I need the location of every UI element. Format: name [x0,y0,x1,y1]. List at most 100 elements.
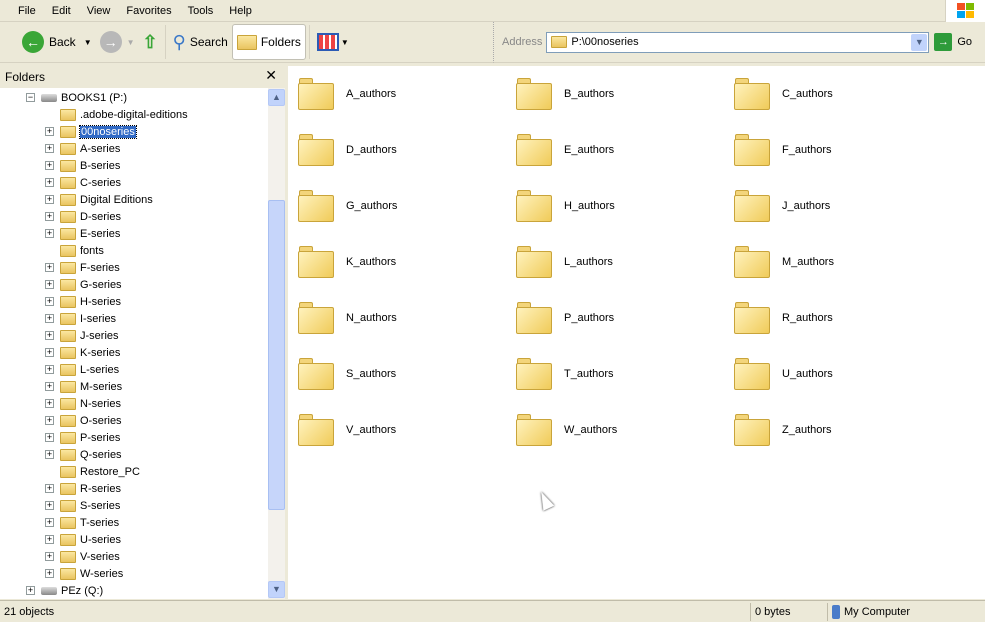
expand-icon[interactable]: + [45,552,54,561]
tree-item[interactable]: + C-series [45,174,121,191]
tree-item[interactable]: + P-series [45,429,120,446]
tree-item[interactable]: + H-series [45,293,121,310]
up-folder-button[interactable]: ⇧ [139,24,162,60]
folder-item[interactable]: M_authors [734,246,834,278]
forward-dropdown-icon[interactable]: ▼ [127,38,135,47]
address-input[interactable]: P:\00noseries ▼ [546,31,930,53]
expand-icon[interactable]: + [45,297,54,306]
folder-item[interactable]: V_authors [298,414,396,446]
tree-item[interactable]: + W-series [45,565,123,582]
expand-icon[interactable]: + [45,501,54,510]
scroll-up-icon[interactable]: ▲ [268,89,285,106]
menu-tools[interactable]: Tools [188,5,214,17]
tree-item[interactable]: + U-series [45,531,121,548]
tree-item[interactable]: + T-series [45,514,119,531]
expand-icon[interactable]: + [45,569,54,578]
expand-icon[interactable]: + [45,161,54,170]
folder-item[interactable]: C_authors [734,78,833,110]
tree-item[interactable]: + Q-series [45,446,122,463]
search-button[interactable]: ⚲ Search [169,24,232,60]
expand-icon[interactable]: + [26,586,35,595]
go-button[interactable]: → Go [934,33,972,51]
folder-item[interactable]: S_authors [298,358,396,390]
folder-item[interactable]: J_authors [734,190,830,222]
expand-icon[interactable]: + [45,484,54,493]
tree-item[interactable]: + J-series [45,327,119,344]
folder-item[interactable]: U_authors [734,358,833,390]
folder-item[interactable]: R_authors [734,302,833,334]
expand-icon[interactable]: + [45,195,54,204]
expand-icon[interactable]: + [45,433,54,442]
folder-item[interactable]: K_authors [298,246,396,278]
tree-item[interactable]: + L-series [45,361,119,378]
tree-item[interactable]: + M-series [45,378,122,395]
forward-button[interactable]: → ▼ [96,24,139,60]
folder-item[interactable]: P_authors [516,302,614,334]
close-pane-icon[interactable]: ✕ [265,67,277,84]
tree-item[interactable]: + K-series [45,344,120,361]
tree-item[interactable]: + E-series [45,225,120,242]
folder-item[interactable]: H_authors [516,190,615,222]
tree-item[interactable]: + F-series [45,259,120,276]
tree-item[interactable]: + V-series [45,548,120,565]
expand-icon[interactable]: + [45,178,54,187]
expand-icon[interactable]: + [45,382,54,391]
tree-item[interactable]: fonts [45,242,104,259]
tree-item[interactable]: + Digital Editions [45,191,153,208]
tree-item[interactable]: + I-series [45,310,116,327]
expand-icon[interactable]: + [45,348,54,357]
folder-item[interactable]: N_authors [298,302,397,334]
folder-item[interactable]: A_authors [298,78,396,110]
folder-item[interactable]: B_authors [516,78,614,110]
tree-item[interactable]: + S-series [45,497,120,514]
back-dropdown-icon[interactable]: ▼ [84,38,92,47]
expand-icon[interactable]: + [45,212,54,221]
collapse-icon[interactable]: − [26,93,35,102]
back-button[interactable]: ← Back ▼ [18,24,96,60]
expand-icon[interactable]: + [45,535,54,544]
views-button[interactable]: ▼ [313,24,353,60]
folder-item[interactable]: G_authors [298,190,397,222]
menu-file[interactable]: File [18,5,36,17]
folder-item[interactable]: E_authors [516,134,614,166]
tree-item[interactable]: + N-series [45,395,121,412]
tree-item-drive[interactable]: − BOOKS1 (P:) [26,89,127,106]
expand-icon[interactable]: + [45,365,54,374]
address-dropdown-icon[interactable]: ▼ [911,33,928,51]
expand-icon[interactable]: + [45,229,54,238]
expand-icon[interactable]: + [45,399,54,408]
tree-item[interactable]: + A-series [45,140,120,157]
tree-item[interactable]: .adobe-digital-editions [45,106,188,123]
menu-edit[interactable]: Edit [52,5,71,17]
tree-item[interactable]: + B-series [45,157,120,174]
menu-favorites[interactable]: Favorites [126,5,171,17]
folders-button[interactable]: Folders [231,24,306,60]
expand-icon[interactable]: + [45,450,54,459]
folder-item[interactable]: T_authors [516,358,614,390]
tree-item[interactable]: + O-series [45,412,122,429]
folder-item[interactable]: L_authors [516,246,613,278]
folder-item[interactable]: D_authors [298,134,397,166]
tree-scrollbar[interactable]: ▲ ▼ [268,88,285,599]
menu-help[interactable]: Help [229,5,252,17]
folder-item[interactable]: Z_authors [734,414,832,446]
expand-icon[interactable]: + [45,314,54,323]
tree-item[interactable]: +00noseries [45,123,137,140]
tree-item[interactable]: Restore_PC [45,463,140,480]
expand-icon[interactable]: + [45,263,54,272]
tree-item-drive[interactable]: + PEz (Q:) [26,582,103,599]
expand-icon[interactable]: + [45,127,54,136]
menu-view[interactable]: View [87,5,111,17]
tree-item[interactable]: + G-series [45,276,122,293]
expand-icon[interactable]: + [45,144,54,153]
expand-icon[interactable]: + [45,416,54,425]
tree-item[interactable]: + R-series [45,480,121,497]
tree-item[interactable]: + D-series [45,208,121,225]
scroll-thumb[interactable] [268,200,285,510]
scroll-down-icon[interactable]: ▼ [268,581,285,598]
folder-item[interactable]: W_authors [516,414,617,446]
expand-icon[interactable]: + [45,331,54,340]
expand-icon[interactable]: + [45,280,54,289]
expand-icon[interactable]: + [45,518,54,527]
folder-item[interactable]: F_authors [734,134,832,166]
